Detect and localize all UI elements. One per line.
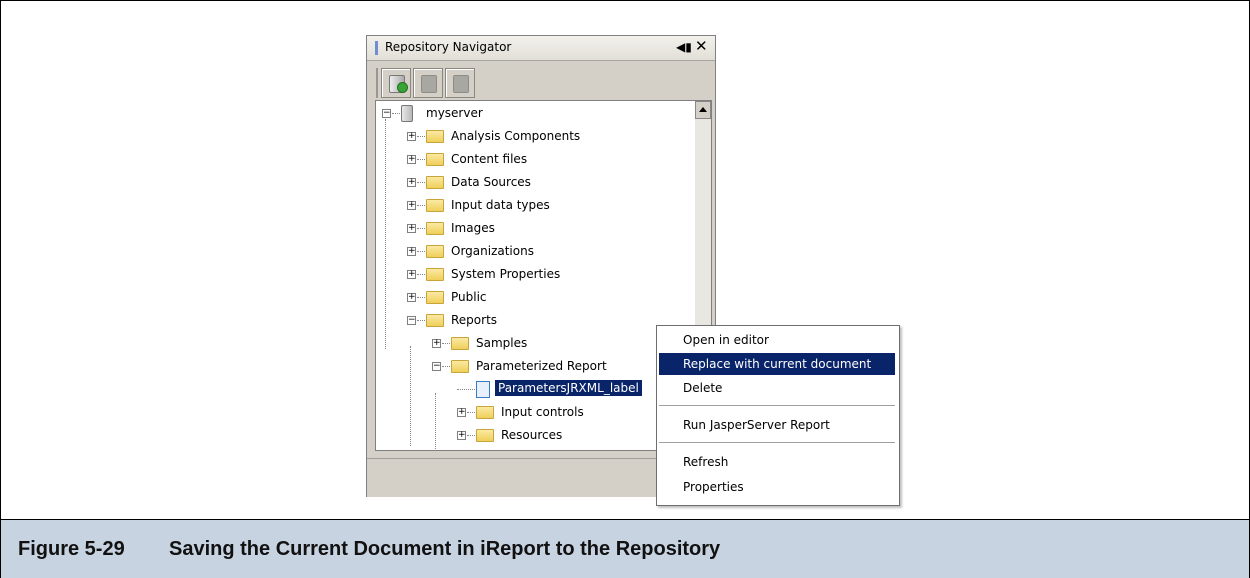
tree-node-label: Input data types xyxy=(451,198,550,212)
tree-dots xyxy=(442,343,450,344)
collapse-icon[interactable]: − xyxy=(407,316,416,325)
tree-node-label: Organizations xyxy=(451,244,534,258)
menu-item-run-jasperserver-report[interactable]: Run JasperServer Report xyxy=(659,414,895,436)
expand-icon[interactable]: + xyxy=(407,293,416,302)
menu-item-label: Run JasperServer Report xyxy=(683,418,830,432)
expand-icon[interactable]: + xyxy=(407,178,416,187)
menu-item-label: Refresh xyxy=(683,455,729,469)
tree-dots xyxy=(392,113,400,114)
tree-node-label: myserver xyxy=(426,106,483,120)
expand-icon[interactable]: + xyxy=(432,339,441,348)
tree-dots xyxy=(417,136,425,137)
collapse-icon[interactable]: − xyxy=(432,362,441,371)
menu-item-label: Delete xyxy=(683,381,723,395)
expand-icon[interactable]: + xyxy=(457,431,466,440)
server-icon xyxy=(401,105,413,122)
tree-dots xyxy=(417,228,425,229)
toolbar-grip xyxy=(376,68,378,98)
tree-connector xyxy=(435,393,436,449)
open-folder-icon xyxy=(426,314,444,327)
menu-separator xyxy=(659,405,895,407)
menu-item-label: Properties xyxy=(683,480,744,494)
collapse-icon[interactable]: − xyxy=(382,109,391,118)
tree-node-label: Content files xyxy=(451,152,528,166)
expand-icon[interactable]: + xyxy=(407,247,416,256)
navigator-title: Repository Navigator xyxy=(385,40,512,54)
tree-dots xyxy=(457,389,475,390)
tree-node-label: Samples xyxy=(476,336,528,350)
menu-item-label: Open in editor xyxy=(683,333,769,347)
add-badge-icon xyxy=(397,82,408,93)
folder-icon xyxy=(426,245,444,258)
folder-icon xyxy=(426,222,444,235)
menu-item-delete[interactable]: Delete xyxy=(659,377,895,399)
tree-node-label: Reports xyxy=(451,313,498,327)
expand-icon[interactable]: + xyxy=(407,155,416,164)
menu-item-open-in-editor[interactable]: Open in editor xyxy=(659,329,895,351)
tree-node-label: Parameterized Report xyxy=(476,359,607,373)
tree-dots xyxy=(417,182,425,183)
folder-icon xyxy=(426,130,444,143)
folder-icon xyxy=(426,291,444,304)
figure-caption: Saving the Current Document in iReport t… xyxy=(169,538,721,560)
tree-dots xyxy=(417,159,425,160)
tree-node-label: Images xyxy=(451,221,495,235)
tree-node-label: Public xyxy=(451,290,487,304)
expand-icon[interactable]: + xyxy=(407,132,416,141)
report-unit-icon xyxy=(451,360,469,373)
tree-dots xyxy=(467,412,475,413)
menu-item-properties[interactable]: Properties xyxy=(659,476,895,498)
menu-item-refresh[interactable]: Refresh xyxy=(659,451,895,473)
expand-icon[interactable]: + xyxy=(407,201,416,210)
tree-dots xyxy=(417,251,425,252)
tree-dots xyxy=(417,297,425,298)
add-server-button[interactable] xyxy=(381,68,411,98)
folder-icon xyxy=(426,199,444,212)
title-grip xyxy=(375,41,378,55)
expand-icon[interactable]: + xyxy=(457,408,466,417)
minimize-panel-icon[interactable]: ◀▮ xyxy=(676,40,692,54)
figure-number: Figure 5-29 xyxy=(18,538,125,560)
navigator-toolbar xyxy=(373,67,503,99)
scroll-up-button[interactable] xyxy=(695,101,711,119)
selected-node-label: ParametersJRXML_label xyxy=(495,380,642,396)
menu-item-replace-with-current-document[interactable]: Replace with current document xyxy=(659,353,895,375)
folder-icon xyxy=(476,406,494,419)
tree-connector xyxy=(385,119,386,349)
tree-node-label: Data Sources xyxy=(451,175,531,189)
tree-connector xyxy=(410,346,411,446)
jrxml-file-icon xyxy=(476,381,490,398)
remove-server-button[interactable] xyxy=(445,68,475,98)
navigator-title-bar: Repository Navigator ◀▮ ✕ xyxy=(367,36,715,61)
context-menu: Open in editor Replace with current docu… xyxy=(656,325,900,506)
tree-node-label: Analysis Components xyxy=(451,129,581,143)
figure-caption-bar: Figure 5-29 Saving the Current Document … xyxy=(1,519,1249,578)
close-panel-icon[interactable]: ✕ xyxy=(695,38,708,54)
tree-dots xyxy=(417,274,425,275)
remove-server-icon xyxy=(453,75,469,93)
folder-icon xyxy=(426,268,444,281)
tree-dots xyxy=(417,320,425,321)
expand-icon[interactable]: + xyxy=(407,270,416,279)
folder-icon xyxy=(426,153,444,166)
menu-item-label: Replace with current document xyxy=(683,357,872,371)
folder-icon xyxy=(476,429,494,442)
folder-icon xyxy=(451,337,469,350)
folder-icon xyxy=(426,176,444,189)
edit-server-button[interactable] xyxy=(413,68,443,98)
tree-dots xyxy=(467,435,475,436)
tree-dots xyxy=(417,205,425,206)
menu-separator xyxy=(659,442,895,444)
tree-node-label: Input controls xyxy=(501,405,584,419)
tree-node-label: Resources xyxy=(501,428,563,442)
tree-dots xyxy=(442,366,450,367)
tree-node-label: System Properties xyxy=(451,267,561,281)
edit-server-icon xyxy=(421,75,437,93)
expand-icon[interactable]: + xyxy=(407,224,416,233)
